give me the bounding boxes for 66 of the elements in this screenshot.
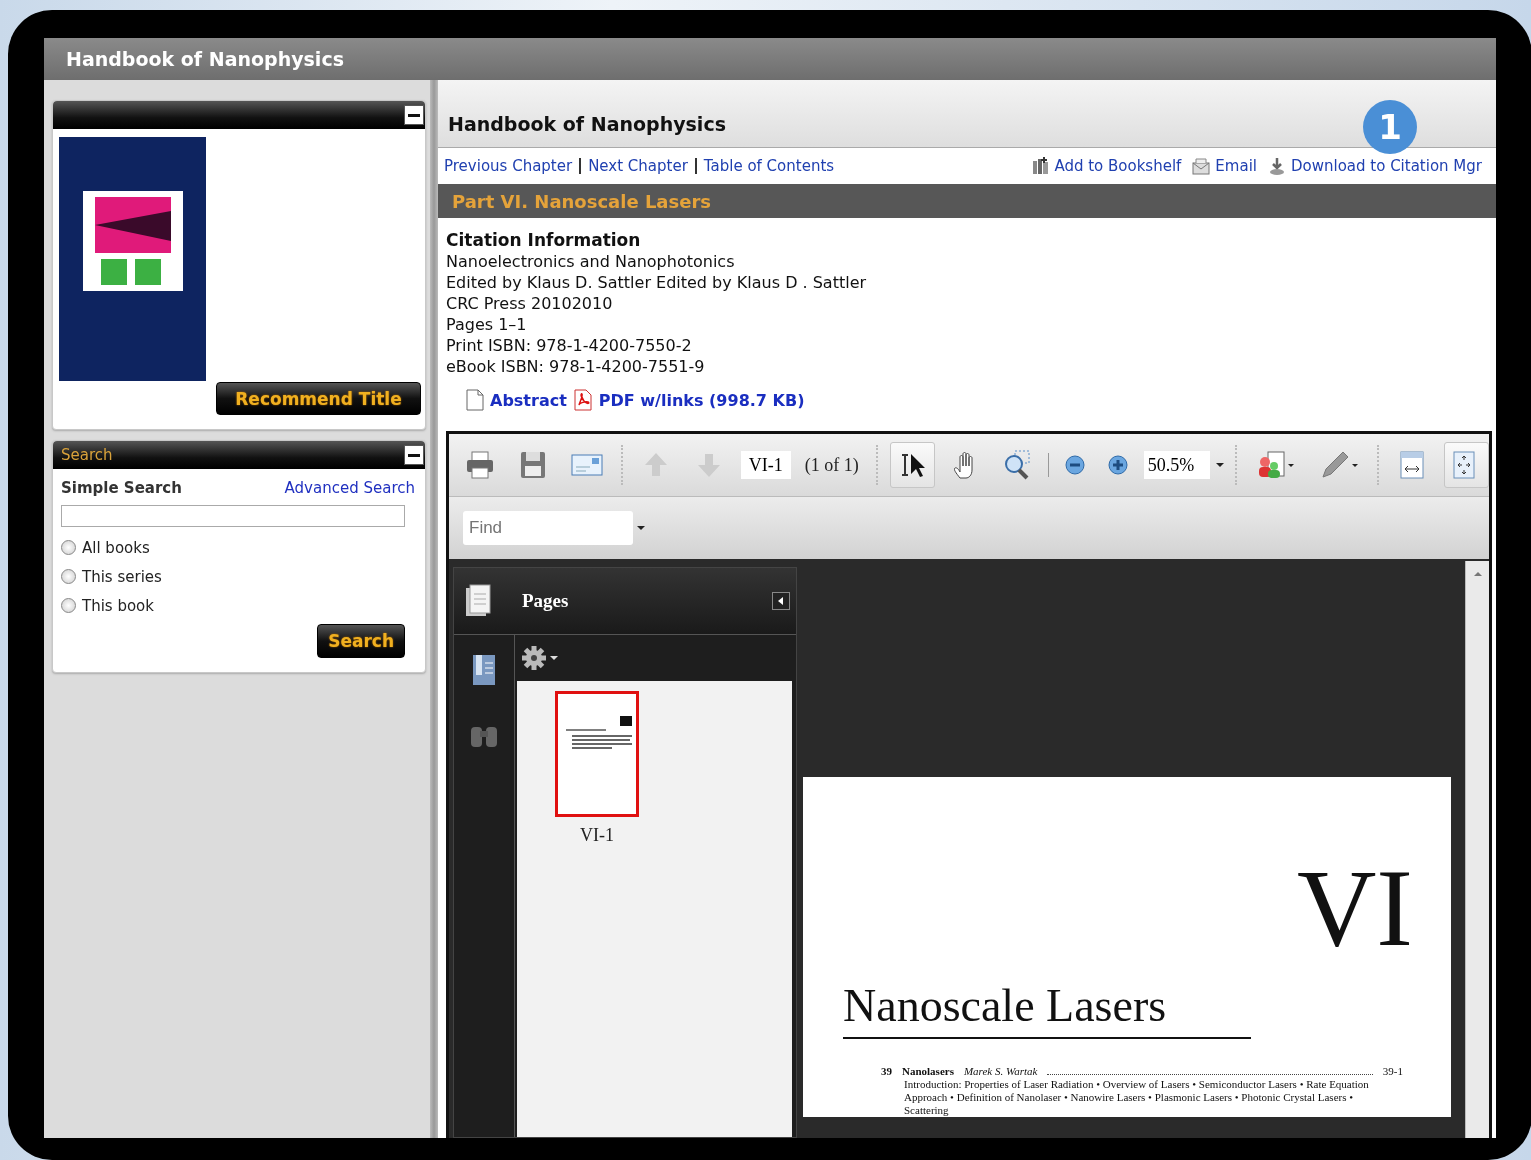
chapter-number: 39 <box>881 1065 892 1078</box>
find-field[interactable]: Find <box>463 511 633 545</box>
search-input[interactable] <box>61 505 405 527</box>
citation-line: eBook ISBN: 978-1-4200-7551-9 <box>446 356 706 377</box>
simple-search-label: Simple Search <box>61 479 182 497</box>
action-link[interactable]: Email <box>1215 157 1257 175</box>
file-link[interactable]: Abstract <box>490 390 567 410</box>
hand-icon <box>954 451 976 479</box>
pages-icon <box>464 584 492 618</box>
people-icon <box>1256 449 1297 481</box>
citation-line: CRC Press 20102010 <box>446 293 614 314</box>
recommend-title-button[interactable]: Recommend Title <box>216 382 421 415</box>
gear-icon[interactable] <box>521 645 547 671</box>
radio-button[interactable] <box>61 598 76 613</box>
page-thumbnail[interactable] <box>555 691 639 817</box>
bookshelf-icon <box>1031 157 1050 175</box>
chapter-page: 39-1 <box>1382 1065 1403 1078</box>
radio-label: All books <box>82 538 150 557</box>
citation-line: Print ISBN: 978-1-4200-7550-2 <box>446 335 693 356</box>
chapter-author: Marek S. Wartak <box>963 1065 1038 1078</box>
text-cursor-button[interactable] <box>889 442 935 488</box>
nav-link[interactable]: Next Chapter <box>588 157 688 175</box>
advanced-search-link[interactable]: Advanced Search <box>284 479 415 497</box>
document-icon <box>466 389 484 411</box>
part-number: VI <box>1296 853 1413 963</box>
page-number-field[interactable]: VI-1 <box>740 451 791 479</box>
nav-link[interactable]: Table of Contents <box>703 157 835 175</box>
collapse-icon[interactable] <box>404 105 424 125</box>
dropdown-caret-icon[interactable] <box>550 655 558 661</box>
citation-line: Nanoelectronics and Nanophotonics <box>446 251 736 272</box>
page-title: Handbook of Nanophysics <box>448 113 726 135</box>
app-title: Handbook of Nanophysics <box>66 48 344 70</box>
citation-line: Edited by Klaus D. Sattler Edited by Klaus D . Sattler <box>446 272 868 293</box>
chapter-title: Nanolasers <box>902 1065 954 1078</box>
page-heading: Nanoscale Lasers <box>843 983 1251 1039</box>
dropdown-caret-icon[interactable] <box>1215 462 1224 468</box>
zoom-out-icon <box>1064 455 1085 475</box>
thumbnail-label: VI-1 <box>580 825 614 846</box>
panel-title: Search <box>61 446 113 464</box>
page-count: (1 of 1) <box>804 454 859 476</box>
panel-title: Pages <box>522 590 570 612</box>
zoom-in-icon <box>1108 455 1129 475</box>
scroll-up-icon[interactable] <box>1473 571 1482 577</box>
part-title: Part VI. Nanoscale Lasers <box>452 190 712 212</box>
search-button[interactable]: Search <box>317 624 405 658</box>
file-link[interactable]: PDF w/links (998.7 KB) <box>598 390 805 410</box>
action-link[interactable]: Add to Bookshelf <box>1054 157 1182 175</box>
action-link[interactable]: Download to Citation Mgr <box>1291 157 1482 175</box>
citation-line: Pages 1–1 <box>446 314 528 335</box>
bookmarks-icon[interactable] <box>471 653 497 687</box>
envelope-icon <box>1192 157 1211 175</box>
collapse-panel-icon[interactable] <box>772 592 790 610</box>
nav-link[interactable]: Previous Chapter <box>444 157 573 175</box>
zoom-field[interactable]: 50.5% <box>1143 451 1210 479</box>
citation-heading: Citation Information <box>446 230 642 251</box>
scrollbar[interactable] <box>1465 561 1489 1138</box>
fit-page-button[interactable] <box>1444 442 1489 488</box>
radio-label: This book <box>82 596 154 615</box>
download-icon <box>1268 157 1286 175</box>
radio-label: This series <box>82 567 162 586</box>
collapse-icon[interactable] <box>404 445 424 465</box>
chapter-sections: Introduction: Properties of Laser Radiation • Overview of Lasers • Semiconductor Lasers • Rate Equation Approach • Definition of Nanolaser • Nanowire Lasers • Plasmonic Lasers • Photonic Crystal Lasers • Scattering <box>881 1078 1384 1117</box>
radio-button[interactable] <box>61 569 76 584</box>
radio-button[interactable] <box>61 540 76 555</box>
dropdown-caret-icon[interactable] <box>637 525 645 531</box>
pdf-icon <box>572 389 593 411</box>
